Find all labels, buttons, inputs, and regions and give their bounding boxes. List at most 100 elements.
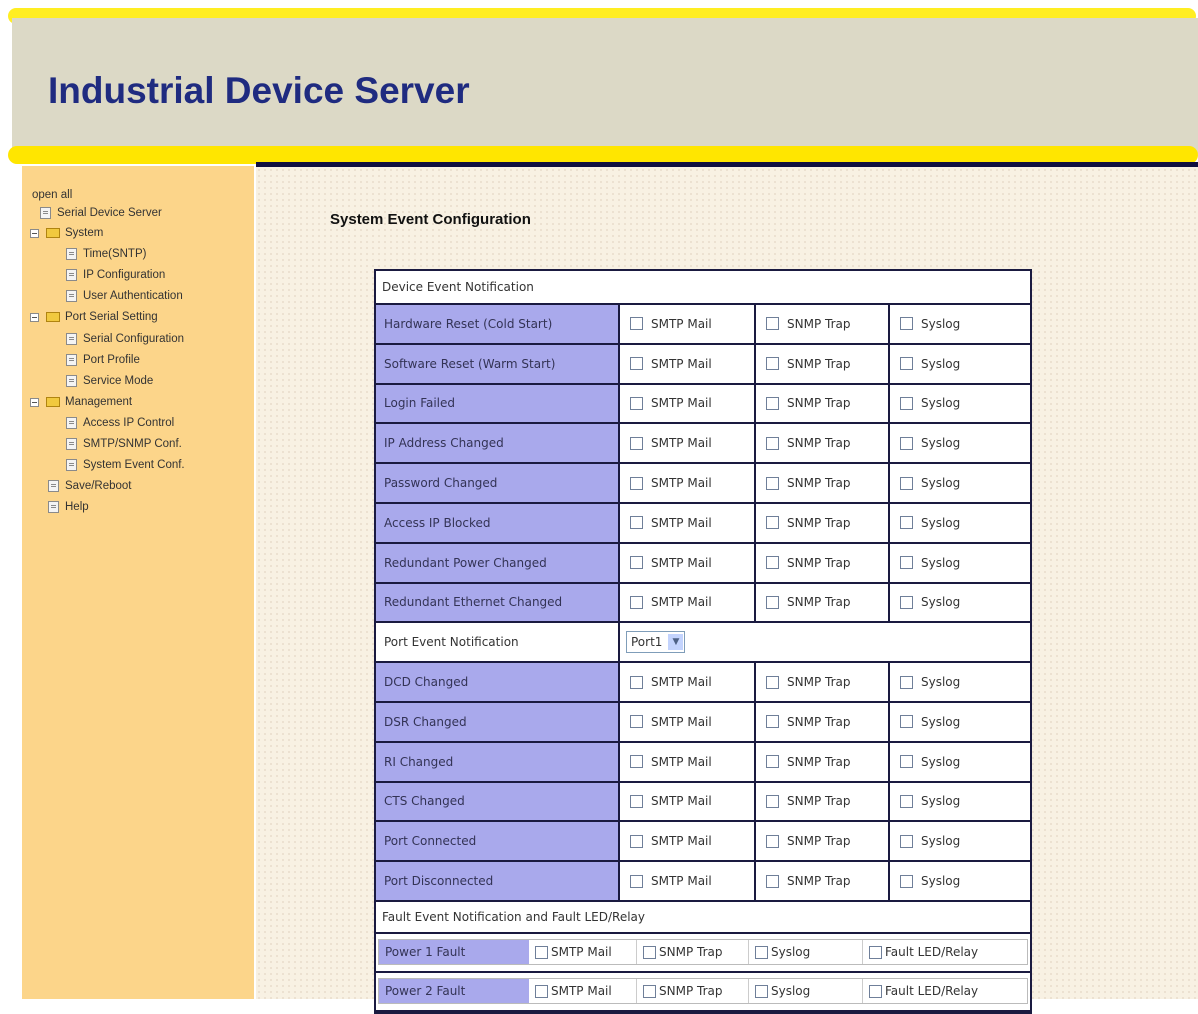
checkbox[interactable]	[643, 984, 656, 998]
checkbox[interactable]	[900, 834, 913, 848]
sidebar-item-port-serial-setting[interactable]: Port Serial Setting	[30, 308, 158, 326]
checkbox[interactable]	[630, 357, 643, 371]
checkbox[interactable]	[766, 715, 779, 729]
checkbox[interactable]	[869, 984, 882, 998]
checkbox[interactable]	[900, 436, 913, 450]
snmp-trap-option[interactable]: SNMP Trap	[756, 742, 890, 781]
checkbox[interactable]	[766, 476, 779, 490]
smtp-mail-option[interactable]: SMTP Mail	[620, 344, 756, 383]
syslog-option[interactable]: Syslog	[890, 503, 1026, 542]
sidebar-item-serial-device-server[interactable]: Serial Device Server	[40, 204, 162, 222]
checkbox[interactable]	[755, 984, 768, 998]
syslog-option[interactable]: Syslog	[890, 384, 1026, 423]
sidebar-item-smtp-snmp-conf[interactable]: SMTP/SNMP Conf.	[66, 435, 182, 453]
checkbox[interactable]	[900, 755, 913, 769]
checkbox[interactable]	[900, 556, 913, 570]
checkbox[interactable]	[766, 794, 779, 808]
fault-led-relay-option[interactable]: Fault LED/Relay	[863, 940, 1027, 964]
checkbox[interactable]	[900, 396, 913, 410]
snmp-trap-option[interactable]: SNMP Trap	[756, 424, 890, 463]
checkbox[interactable]	[900, 317, 913, 331]
checkbox[interactable]	[900, 476, 913, 490]
checkbox[interactable]	[630, 516, 643, 530]
port-select[interactable]: Port1 ▼	[626, 631, 686, 654]
sidebar-item-system-event-conf[interactable]: System Event Conf.	[66, 456, 185, 474]
smtp-mail-option[interactable]: SMTP Mail	[529, 940, 637, 965]
smtp-mail-option[interactable]: SMTP Mail	[620, 822, 756, 861]
smtp-mail-option[interactable]: SMTP Mail	[529, 979, 637, 1004]
checkbox[interactable]	[869, 945, 882, 959]
checkbox[interactable]	[630, 834, 643, 848]
sidebar-item-service-mode[interactable]: Service Mode	[66, 372, 153, 390]
smtp-mail-option[interactable]: SMTP Mail	[620, 424, 756, 463]
checkbox[interactable]	[900, 715, 913, 729]
checkbox[interactable]	[630, 396, 643, 410]
syslog-option[interactable]: Syslog	[890, 543, 1026, 582]
syslog-option[interactable]: Syslog	[890, 742, 1026, 781]
smtp-mail-option[interactable]: SMTP Mail	[620, 663, 756, 701]
checkbox[interactable]	[630, 436, 643, 450]
syslog-option[interactable]: Syslog	[749, 940, 863, 965]
checkbox[interactable]	[900, 357, 913, 371]
sidebar-item-serial-configuration[interactable]: Serial Configuration	[66, 330, 184, 348]
checkbox[interactable]	[535, 945, 548, 959]
sidebar-item-ip-configuration[interactable]: IP Configuration	[66, 266, 165, 284]
snmp-trap-option[interactable]: SNMP Trap	[756, 305, 890, 343]
checkbox[interactable]	[766, 516, 779, 530]
snmp-trap-option[interactable]: SNMP Trap	[756, 464, 890, 502]
checkbox[interactable]	[900, 516, 913, 530]
syslog-option[interactable]: Syslog	[890, 424, 1026, 463]
syslog-option[interactable]: Syslog	[890, 782, 1026, 821]
snmp-trap-option[interactable]: SNMP Trap	[637, 979, 749, 1004]
snmp-trap-option[interactable]: SNMP Trap	[756, 663, 890, 701]
snmp-trap-option[interactable]: SNMP Trap	[756, 862, 890, 900]
syslog-option[interactable]: Syslog	[890, 583, 1026, 622]
snmp-trap-option[interactable]: SNMP Trap	[756, 503, 890, 542]
syslog-option[interactable]: Syslog	[890, 663, 1026, 701]
sidebar-item-management[interactable]: Management	[30, 393, 132, 411]
syslog-option[interactable]: Syslog	[749, 979, 863, 1004]
sidebar-item-access-ip-control[interactable]: Access IP Control	[66, 414, 174, 432]
snmp-trap-option[interactable]: SNMP Trap	[756, 384, 890, 423]
checkbox[interactable]	[630, 476, 643, 490]
snmp-trap-option[interactable]: SNMP Trap	[756, 782, 890, 821]
smtp-mail-option[interactable]: SMTP Mail	[620, 464, 756, 502]
smtp-mail-option[interactable]: SMTP Mail	[620, 384, 756, 423]
sidebar-item-help[interactable]: Help	[48, 498, 89, 516]
syslog-option[interactable]: Syslog	[890, 464, 1026, 502]
snmp-trap-option[interactable]: SNMP Trap	[756, 583, 890, 622]
smtp-mail-option[interactable]: SMTP Mail	[620, 305, 756, 343]
checkbox[interactable]	[900, 675, 913, 689]
checkbox[interactable]	[643, 945, 656, 959]
checkbox[interactable]	[766, 834, 779, 848]
syslog-option[interactable]: Syslog	[890, 822, 1026, 861]
sidebar-item-user-authentication[interactable]: User Authentication	[66, 287, 183, 305]
sidebar-item-time-sntp[interactable]: Time(SNTP)	[66, 245, 146, 263]
checkbox[interactable]	[630, 715, 643, 729]
checkbox[interactable]	[766, 436, 779, 450]
sidebar-item-port-profile[interactable]: Port Profile	[66, 351, 140, 369]
snmp-trap-option[interactable]: SNMP Trap	[756, 822, 890, 861]
snmp-trap-option[interactable]: SNMP Trap	[756, 702, 890, 741]
syslog-option[interactable]: Syslog	[890, 344, 1026, 383]
smtp-mail-option[interactable]: SMTP Mail	[620, 782, 756, 821]
syslog-option[interactable]: Syslog	[890, 305, 1026, 343]
smtp-mail-option[interactable]: SMTP Mail	[620, 702, 756, 741]
checkbox[interactable]	[766, 317, 779, 331]
checkbox[interactable]	[766, 556, 779, 570]
snmp-trap-option[interactable]: SNMP Trap	[637, 940, 749, 965]
syslog-option[interactable]: Syslog	[890, 702, 1026, 741]
checkbox[interactable]	[630, 556, 643, 570]
smtp-mail-option[interactable]: SMTP Mail	[620, 503, 756, 542]
checkbox[interactable]	[630, 317, 643, 331]
checkbox[interactable]	[630, 595, 643, 609]
snmp-trap-option[interactable]: SNMP Trap	[756, 543, 890, 582]
syslog-option[interactable]: Syslog	[890, 862, 1026, 900]
sidebar-item-system[interactable]: System	[30, 224, 103, 242]
checkbox[interactable]	[766, 595, 779, 609]
checkbox[interactable]	[766, 675, 779, 689]
checkbox[interactable]	[766, 396, 779, 410]
checkbox[interactable]	[535, 984, 548, 998]
fault-led-relay-option[interactable]: Fault LED/Relay	[863, 979, 1027, 1003]
checkbox[interactable]	[630, 675, 643, 689]
